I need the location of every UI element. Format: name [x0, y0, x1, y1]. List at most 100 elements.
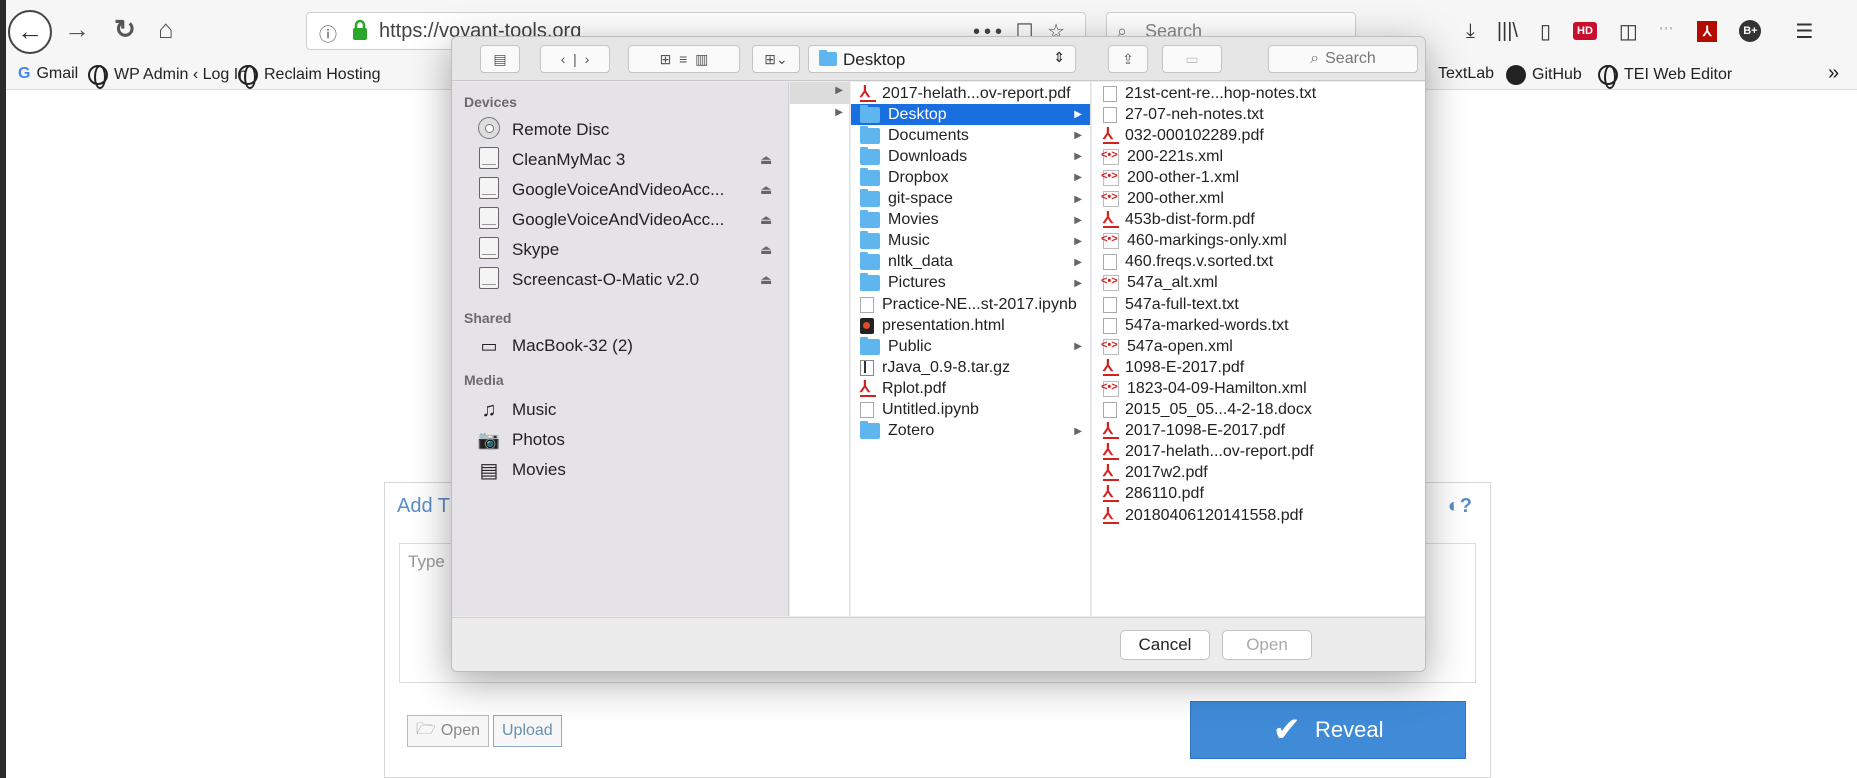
browser-column-desktop[interactable]: 21st-cent-re...hop-notes.txt 27-07-neh-no…	[1092, 82, 1425, 616]
globe-icon	[1598, 65, 1618, 89]
sidebar-item-music[interactable]: ♫ Music	[476, 398, 776, 422]
list-item[interactable]: presentation.html	[851, 315, 1090, 336]
eject-icon[interactable]: ⏏	[760, 212, 772, 228]
list-item[interactable]: nltk_data ▶	[851, 252, 1090, 273]
sidebar-item-skype[interactable]: Skype ⏏	[476, 236, 776, 262]
list-item[interactable]: Practice-NE...st-2017.ipynb	[851, 294, 1090, 315]
list-item[interactable]: 547a-marked-words.txt	[1092, 315, 1425, 336]
home-button[interactable]: ⌂	[158, 14, 174, 44]
arrange-button[interactable]: ⊞⌄	[752, 45, 800, 73]
list-item[interactable]: 21st-cent-re...hop-notes.txt	[1092, 83, 1425, 104]
sidebar-item-photos[interactable]: 📷 Photos	[476, 428, 776, 452]
list-item[interactable]: 2017-helath...ov-report.pdf	[851, 82, 1090, 104]
list-item[interactable]: rJava_0.9-8.tar.gz	[851, 357, 1090, 378]
location-popup[interactable]: Desktop ⇕	[808, 45, 1076, 73]
dialog-search-input[interactable]: ⌕ Search	[1268, 45, 1418, 73]
open-button[interactable]: 🗁 Open	[407, 715, 489, 747]
acrobat-icon[interactable]: ⅄	[1696, 20, 1718, 42]
download-icon[interactable]: ⤓	[1466, 20, 1475, 43]
list-item[interactable]: 20180406120141558.pdf	[1092, 504, 1425, 526]
info-icon[interactable]: ⓘ	[319, 21, 337, 47]
list-item[interactable]: 200-221s.xml	[1092, 146, 1425, 167]
browser-column-home[interactable]: 2017-helath...ov-report.pdfDesktop▶Docum…	[851, 82, 1091, 616]
reader-icon[interactable]: ▯	[1540, 19, 1551, 44]
list-item[interactable]: Desktop ▶	[851, 104, 1090, 126]
forward-button[interactable]: →	[64, 14, 90, 44]
sidebar-item-googlevoice-2[interactable]: GoogleVoiceAndVideoAcc... ⏏	[476, 206, 776, 232]
list-item[interactable]: 200-other-1.xml	[1092, 167, 1425, 188]
list-item[interactable]: 1098-E-2017.pdf	[1092, 356, 1425, 378]
eject-icon[interactable]: ⏏	[760, 152, 772, 168]
share-button[interactable]: ⇪	[1108, 45, 1148, 73]
sidebar-item-remote-disc[interactable]: Remote Disc	[476, 116, 776, 142]
list-item[interactable]: 200-other.xml	[1092, 189, 1425, 210]
list-item[interactable]: 27-07-neh-notes.txt	[1092, 104, 1425, 125]
bplus-extension-icon[interactable]: B+	[1739, 20, 1762, 42]
sidebar-item-movies[interactable]: ▤ Movies	[476, 458, 776, 482]
bookmark-github[interactable]: GitHub	[1506, 65, 1582, 85]
file-name: Music	[888, 232, 930, 250]
disclosure-arrow-icon: ▶	[835, 85, 843, 96]
tag-button[interactable]: ▭	[1162, 45, 1222, 73]
list-item[interactable]: Dropbox ▶	[851, 167, 1090, 188]
sidebar-item-googlevoice-1[interactable]: GoogleVoiceAndVideoAcc... ⏏	[476, 176, 776, 202]
reload-button[interactable]: ↻	[114, 14, 136, 44]
list-item[interactable]: Music ▶	[851, 231, 1090, 252]
browser-column-parent[interactable]: ▶ ▶	[790, 82, 850, 616]
list-item[interactable]: Movies ▶	[851, 210, 1090, 231]
disclosure-arrow-icon: ▶	[1074, 256, 1082, 268]
sidebar-toggle-button[interactable]: ▤	[480, 45, 520, 73]
list-item[interactable]: 460-markings-only.xml	[1092, 231, 1425, 252]
sidebar-item-macbook[interactable]: ▭ MacBook-32 (2)	[476, 334, 776, 358]
sidebar-header-shared: Shared	[464, 310, 512, 326]
file-name: 460-markings-only.xml	[1127, 232, 1287, 250]
bookmark-gmail[interactable]: G Gmail	[18, 65, 78, 83]
list-item[interactable]: 2015_05_05...4-2-18.docx	[1092, 400, 1425, 421]
bookmark-reclaim-hosting[interactable]: Reclaim Hosting	[238, 65, 380, 89]
options-toggle-icon[interactable]: ◐?	[1448, 495, 1472, 518]
eject-icon[interactable]: ⏏	[760, 182, 772, 198]
bookmark-textlab[interactable]: TextLab	[1438, 65, 1494, 83]
list-item[interactable]: 460.freqs.v.sorted.txt	[1092, 252, 1425, 273]
list-item[interactable]: 1823-04-09-Hamilton.xml	[1092, 378, 1425, 399]
list-item[interactable]: 547a-full-text.txt	[1092, 294, 1425, 315]
list-item[interactable]: Downloads ▶	[851, 146, 1090, 167]
sidebar-icon[interactable]: ◫	[1619, 19, 1638, 44]
hd-extension-icon[interactable]: HD	[1573, 22, 1597, 40]
list-item[interactable]: 286110.pdf	[1092, 482, 1425, 505]
library-icon[interactable]: |||\	[1497, 20, 1518, 43]
bookmark-tei-web-editor[interactable]: TEI Web Editor	[1598, 65, 1732, 89]
menu-icon[interactable]: ☰	[1795, 19, 1813, 44]
list-item[interactable]: Public ▶	[851, 336, 1090, 357]
list-item[interactable]: 453b-dist-form.pdf	[1092, 208, 1425, 231]
eject-icon[interactable]: ⏏	[760, 272, 772, 288]
list-item[interactable]: Rplot.pdf	[851, 377, 1090, 399]
back-button[interactable]: ←	[8, 10, 52, 54]
open-file-button[interactable]: Open	[1222, 630, 1312, 660]
list-item[interactable]: Pictures ▶	[851, 273, 1090, 294]
eject-icon[interactable]: ⏏	[760, 242, 772, 258]
sidebar-item-screencast[interactable]: Screencast-O-Matic v2.0 ⏏	[476, 266, 776, 292]
upload-button[interactable]: Upload	[493, 715, 562, 747]
back-forward-buttons[interactable]: ‹ | ›	[540, 45, 610, 73]
extension-icon[interactable]: ﾟﾟﾟ	[1660, 24, 1675, 39]
list-item[interactable]: git-space ▶	[851, 189, 1090, 210]
list-item[interactable]: 2017-1098-E-2017.pdf	[1092, 419, 1425, 442]
list-item[interactable]: 547a-open.xml	[1092, 336, 1425, 357]
list-item[interactable]: 032-000102289.pdf	[1092, 124, 1425, 146]
sidebar-item-cleanmymac[interactable]: CleanMyMac 3 ⏏	[476, 146, 776, 172]
list-item[interactable]: Zotero ▶	[851, 421, 1090, 442]
list-item[interactable]: 2017-helath...ov-report.pdf	[1092, 440, 1425, 463]
xml-file-icon	[1101, 275, 1119, 292]
list-item[interactable]: 547a_alt.xml	[1092, 273, 1425, 294]
view-mode-buttons[interactable]: ⊞ ≡ ▥	[628, 45, 740, 73]
cancel-button[interactable]: Cancel	[1120, 630, 1210, 660]
bookmarks-overflow[interactable]: »	[1828, 62, 1839, 85]
film-icon: ▤	[479, 459, 499, 482]
reveal-button[interactable]: ✔ Reveal	[1190, 701, 1466, 759]
list-item[interactable]: Untitled.ipynb	[851, 400, 1090, 421]
list-item[interactable]: 2017w2.pdf	[1092, 461, 1425, 484]
bookmark-wp-admin[interactable]: WP Admin ‹ Log In	[88, 65, 247, 89]
file-name: presentation.html	[882, 316, 1005, 334]
list-item[interactable]: Documents ▶	[851, 125, 1090, 146]
